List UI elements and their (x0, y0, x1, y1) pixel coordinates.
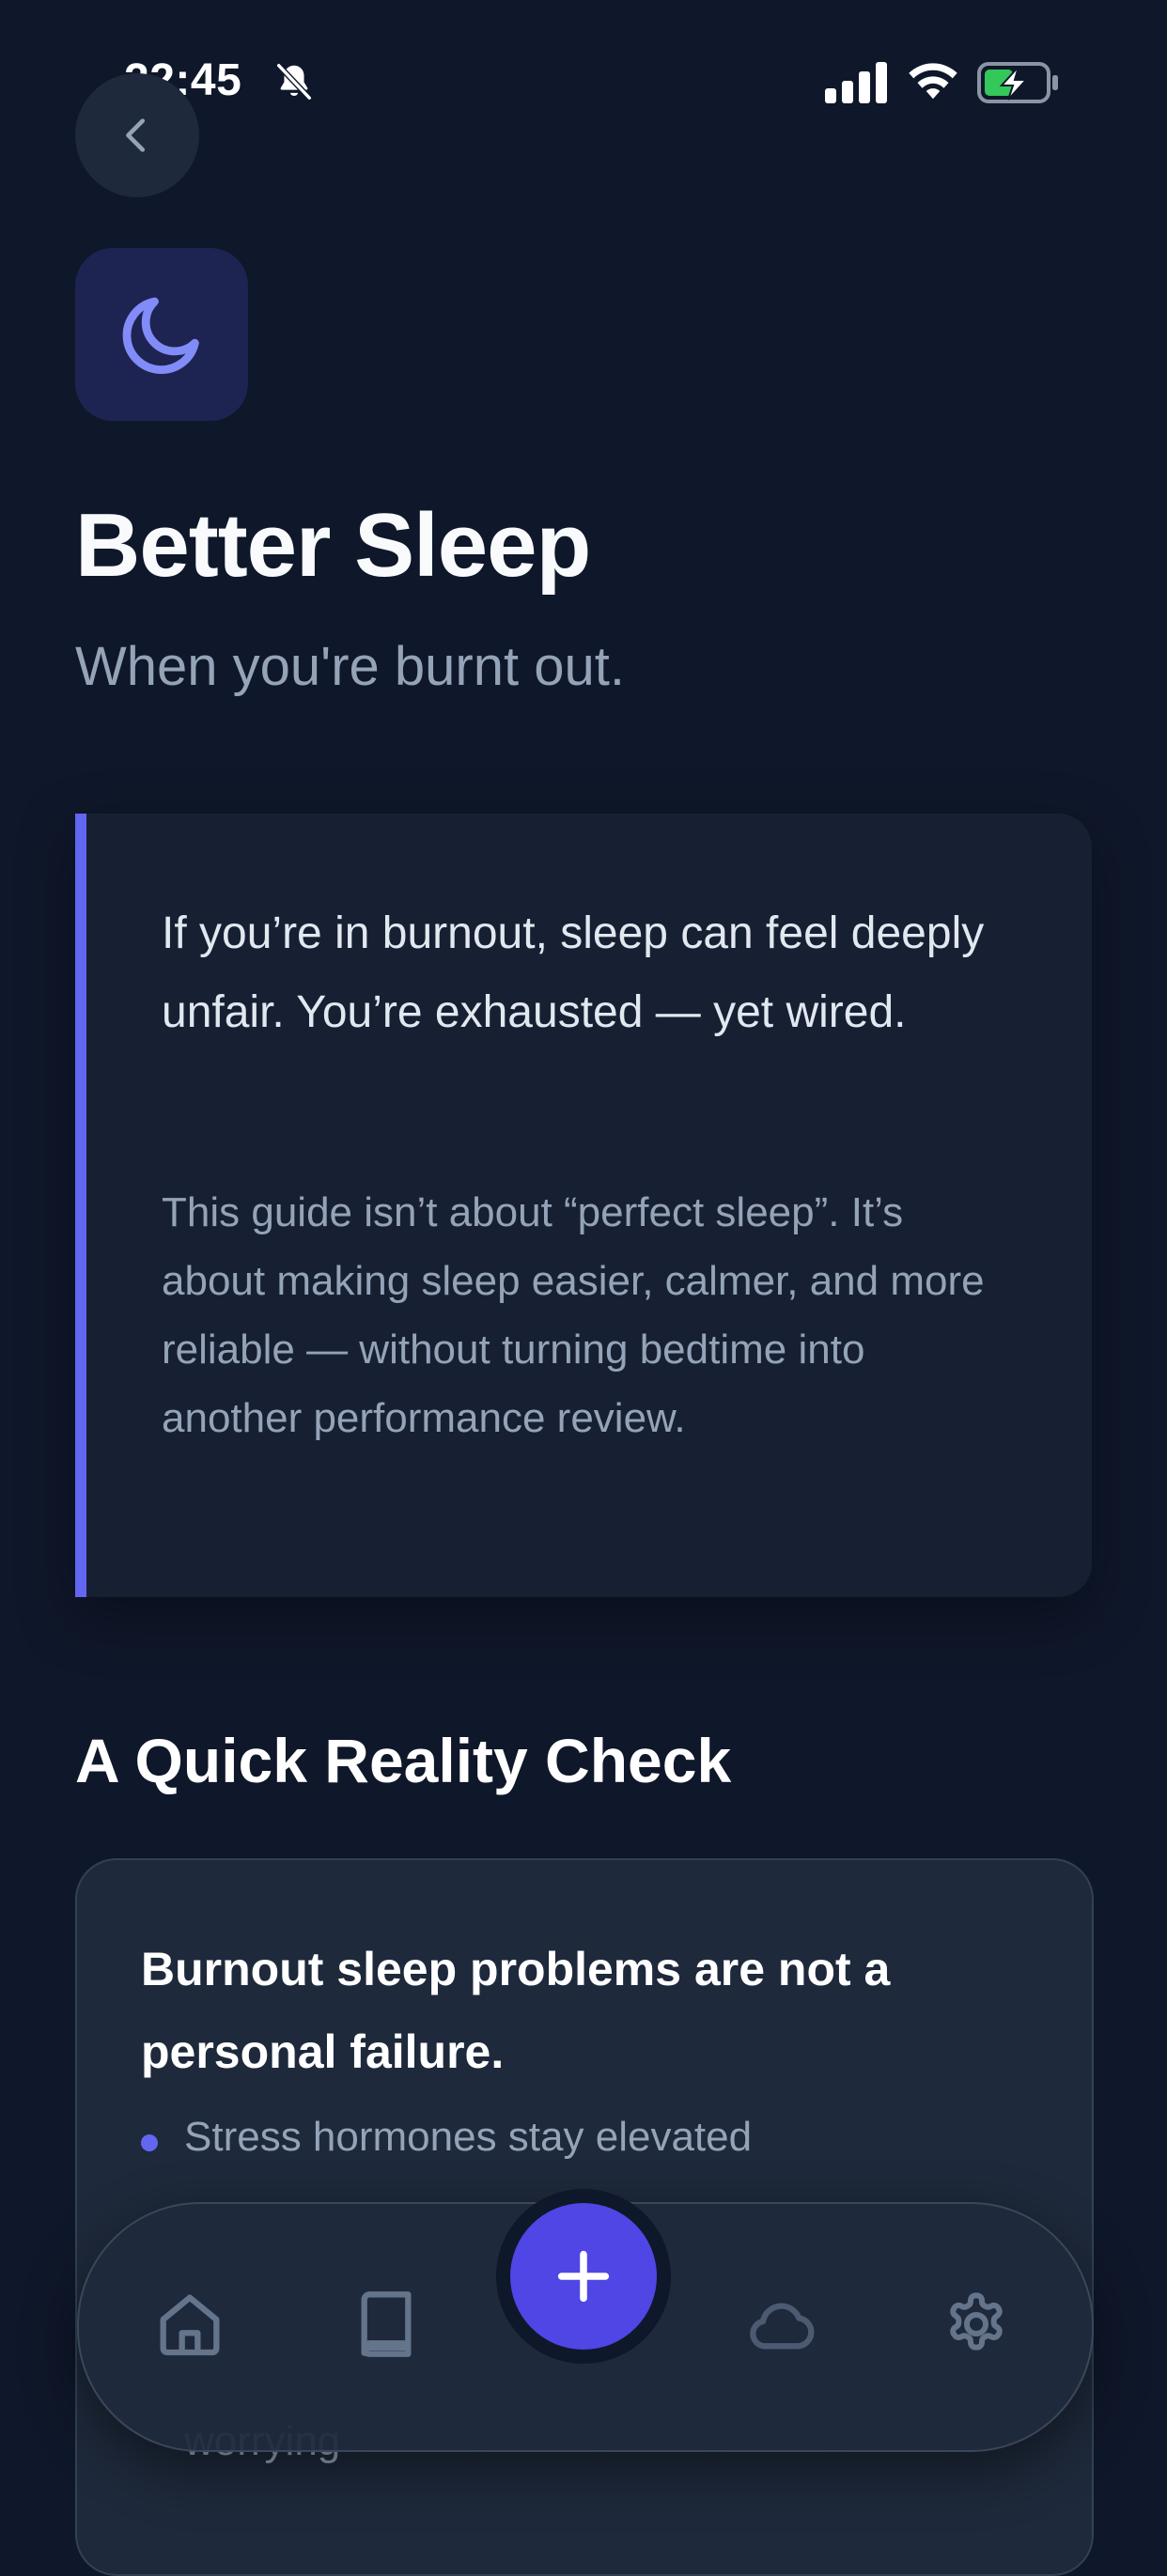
moon-badge (75, 248, 248, 421)
back-button[interactable] (75, 73, 199, 197)
plus-icon (557, 2250, 610, 2303)
cloud-icon[interactable] (742, 2287, 817, 2362)
add-button[interactable] (510, 2203, 657, 2350)
wifi-icon (909, 63, 957, 100)
page-title: Better Sleep (75, 495, 591, 596)
section-heading: A Quick Reality Check (75, 1726, 732, 1795)
chevron-left-icon (126, 118, 146, 152)
bell-muted-icon (276, 63, 312, 101)
gear-icon[interactable] (939, 2287, 1014, 2362)
intro-body-text: This guide isn’t about “perfect sleep”. … (162, 1189, 985, 1441)
page-subtitle: When you're burnt out. (75, 636, 625, 697)
intro-accent-bar (75, 814, 86, 1597)
book-icon[interactable] (349, 2287, 424, 2362)
reality-card-title: Burnout sleep problems are not a persona… (141, 1943, 891, 2078)
home-icon[interactable] (152, 2287, 227, 2362)
moon-icon (122, 297, 199, 374)
intro-lead-text: If you’re in burnout, sleep can feel dee… (162, 908, 985, 1037)
bullet-dot (141, 2134, 158, 2151)
bullet-item: Stress hormones stay elevated (184, 2114, 753, 2160)
battery-charging-icon (977, 62, 1058, 103)
cellular-signal-icon (825, 62, 887, 103)
